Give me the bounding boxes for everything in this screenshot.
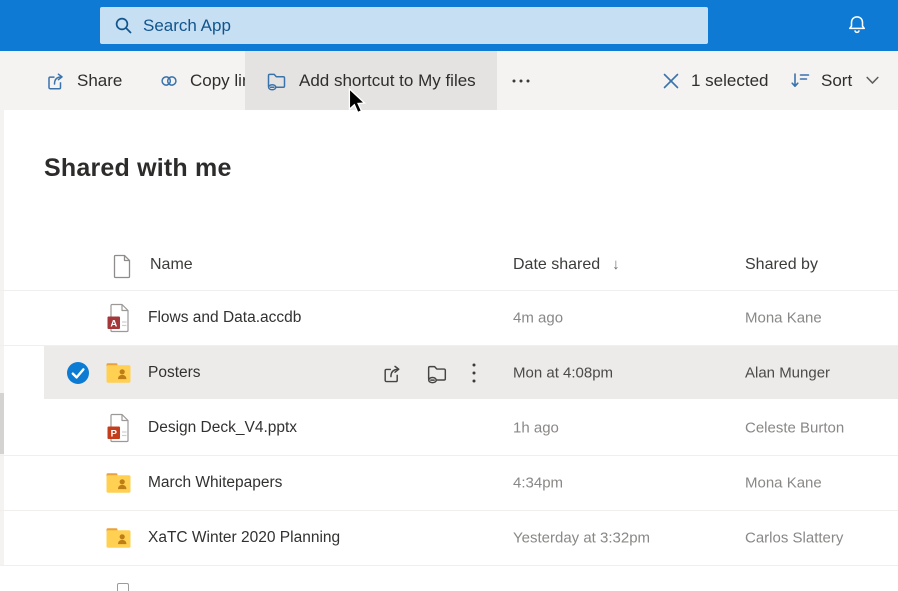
search-box[interactable]	[100, 7, 708, 44]
shared-by-cell: Mona Kane	[745, 475, 822, 492]
share-label: Share	[77, 71, 122, 91]
file-name[interactable]: Flows and Data.accdb	[148, 309, 301, 327]
table-header: Name Date shared ↓ Shared by	[0, 240, 898, 291]
row-check-icon[interactable]	[66, 361, 90, 385]
more-icon	[510, 71, 532, 91]
partial-next-row	[0, 566, 898, 591]
link-icon	[158, 70, 180, 92]
date-shared-cell: 4m ago	[513, 310, 563, 327]
selected-count-label: 1 selected	[691, 51, 769, 110]
row-actions	[381, 361, 477, 385]
shared-folder-icon	[106, 363, 131, 384]
sort-button[interactable]: Sort	[790, 51, 852, 110]
svg-text:P: P	[111, 428, 118, 439]
share-icon	[45, 70, 67, 92]
chevron-down-icon[interactable]	[866, 51, 879, 110]
close-icon	[663, 73, 679, 89]
row-add-shortcut-icon[interactable]	[425, 361, 450, 385]
table-row[interactable]: A Flows and Data.accdb 4m ago Mona Kane	[0, 291, 898, 346]
search-input[interactable]	[143, 16, 708, 36]
access-file-icon: A	[106, 303, 133, 333]
mouse-cursor	[348, 88, 367, 115]
table-row[interactable]: Posters Mon	[0, 346, 898, 401]
table-row[interactable]: P Design Deck_V4.pptx 1h ago Celeste Bur…	[0, 401, 898, 456]
top-app-bar	[0, 0, 898, 51]
shared-by-cell: Carlos Slattery	[745, 530, 843, 547]
date-shared-cell: Yesterday at 3:32pm	[513, 530, 650, 547]
sorted-descending-icon: ↓	[612, 256, 620, 274]
file-list: A Flows and Data.accdb 4m ago Mona Kane	[0, 291, 898, 566]
more-commands-button[interactable]	[506, 51, 536, 110]
file-type-column-icon[interactable]	[112, 254, 132, 279]
file-name[interactable]: Design Deck_V4.pptx	[148, 419, 297, 437]
file-name[interactable]: March Whitepapers	[148, 474, 282, 492]
table-row[interactable]: March Whitepapers 4:34pm Mona Kane	[0, 456, 898, 511]
powerpoint-file-icon: P	[106, 413, 133, 443]
svg-text:A: A	[110, 318, 117, 329]
column-header-date-shared[interactable]: Date shared ↓	[513, 256, 620, 274]
page-title: Shared with me	[44, 154, 232, 183]
notifications-bell-icon[interactable]	[846, 14, 868, 36]
add-shortcut-label: Add shortcut to My files	[299, 71, 476, 91]
shared-by-cell: Celeste Burton	[745, 420, 844, 437]
file-name[interactable]: Posters	[148, 364, 201, 382]
search-icon	[114, 16, 133, 35]
share-button[interactable]: Share	[45, 51, 122, 110]
date-shared-cell: Mon at 4:08pm	[513, 365, 613, 382]
command-bar: Share Copy link Add shortcut to My files	[0, 51, 898, 110]
row-more-icon[interactable]	[471, 362, 477, 384]
clear-selection-button[interactable]	[663, 51, 679, 110]
table-row[interactable]: XaTC Winter 2020 Planning Yesterday at 3…	[0, 511, 898, 566]
folder-shortcut-icon	[265, 69, 289, 92]
column-header-name[interactable]: Name	[150, 256, 193, 274]
date-shared-cell: 4:34pm	[513, 475, 563, 492]
add-shortcut-button[interactable]: Add shortcut to My files	[245, 51, 497, 110]
date-shared-cell: 1h ago	[513, 420, 559, 437]
app-window: Share Copy link Add shortcut to My files	[0, 0, 898, 591]
shared-by-cell: Alan Munger	[745, 365, 830, 382]
shared-by-cell: Mona Kane	[745, 310, 822, 327]
row-share-icon[interactable]	[381, 362, 404, 385]
column-header-shared-by[interactable]: Shared by	[745, 256, 818, 274]
sort-label: Sort	[821, 71, 852, 91]
shared-folder-icon	[106, 473, 131, 494]
partial-file-icon	[117, 583, 129, 591]
sort-descending-icon	[790, 70, 811, 91]
shared-folder-icon	[106, 528, 131, 549]
file-name[interactable]: XaTC Winter 2020 Planning	[148, 529, 340, 547]
